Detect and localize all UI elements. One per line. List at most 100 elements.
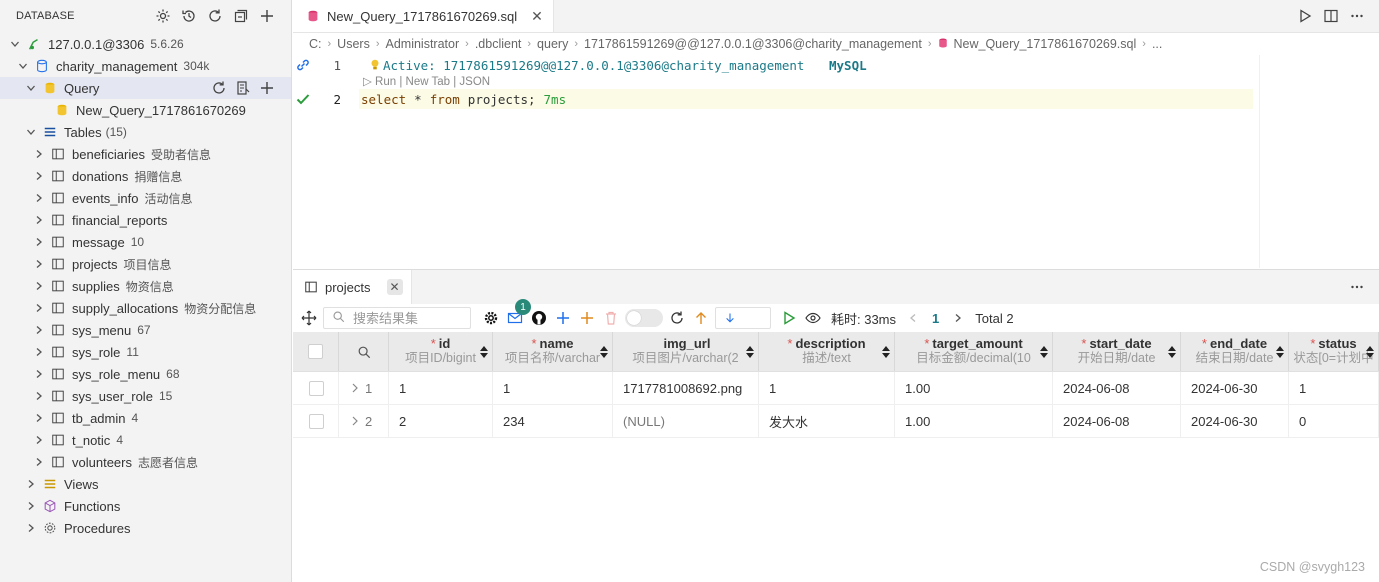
execute-icon[interactable] (779, 308, 799, 328)
chevron-right-icon[interactable] (953, 311, 963, 326)
code-line-1[interactable]: 1 Active: 1717861591269@@127.0.0.1@3306@… (293, 55, 1253, 75)
sort-icon[interactable] (1366, 345, 1374, 359)
breadcrumb-item[interactable]: query (537, 37, 568, 51)
row-search-cell[interactable] (339, 332, 389, 371)
chevron-right-icon[interactable] (32, 433, 46, 447)
breadcrumb-item[interactable]: 1717861591269@@127.0.0.1@3306@charity_ma… (584, 37, 922, 51)
table-cell[interactable]: 2024-06-08 (1053, 405, 1181, 437)
chevron-right-icon[interactable] (32, 389, 46, 403)
run-icon[interactable] (1295, 6, 1315, 26)
tree-table-item[interactable]: volunteers 志愿者信息 (0, 451, 291, 473)
row-select-cell[interactable] (293, 372, 339, 404)
table-row[interactable]: 2 2 234 (NULL) 发大水 1.00 2024-06-08 2024-06-30 0 (293, 405, 1379, 438)
move-icon[interactable] (299, 308, 319, 328)
arrow-up-icon[interactable] (691, 308, 711, 328)
code-line-2[interactable]: 2 select * from projects; 7ms (293, 89, 1253, 109)
row-number-cell[interactable]: 1 (339, 372, 389, 404)
tree-connection[interactable]: 127.0.0.1@3306 5.6.26 (0, 33, 291, 55)
sort-icon[interactable] (746, 345, 754, 359)
mail-icon[interactable]: 1 (505, 299, 531, 328)
collapse-all-icon[interactable] (231, 6, 251, 26)
tree-table-item[interactable]: supplies 物资信息 (0, 275, 291, 297)
column-header[interactable]: * start_date 开始日期/date (1053, 332, 1181, 371)
tree-query-file[interactable]: New_Query_1717861670269 (0, 99, 291, 121)
column-header[interactable]: img_url 项目图片/varchar(2 (613, 332, 759, 371)
chevron-right-icon[interactable] (32, 279, 46, 293)
tree-table-item[interactable]: events_info 活动信息 (0, 187, 291, 209)
refresh-icon[interactable] (667, 308, 687, 328)
chevron-left-icon[interactable] (908, 311, 918, 326)
row-checkbox[interactable] (309, 380, 324, 396)
tree-procedures[interactable]: Procedures (0, 517, 291, 539)
chevron-right-icon[interactable] (32, 367, 46, 381)
sort-icon[interactable] (600, 345, 608, 359)
table-cell[interactable]: 2024-06-08 (1053, 372, 1181, 404)
chevron-right-icon[interactable] (32, 257, 46, 271)
sort-icon[interactable] (882, 345, 890, 359)
sort-icon[interactable] (1040, 345, 1048, 359)
refresh-icon[interactable] (205, 6, 225, 26)
row-checkbox[interactable] (309, 413, 324, 429)
close-icon[interactable]: ✕ (531, 8, 543, 25)
chevron-right-icon[interactable] (32, 235, 46, 249)
breadcrumb-item[interactable]: C: (309, 37, 322, 51)
sort-icon[interactable] (1276, 345, 1284, 359)
delete-icon[interactable] (601, 308, 621, 328)
column-header[interactable]: * target_amount 目标金额/decimal(10 (895, 332, 1053, 371)
table-cell[interactable]: 1 (389, 372, 493, 404)
chevron-right-icon[interactable] (32, 213, 46, 227)
row-select-cell[interactable] (293, 405, 339, 437)
tree-table-item[interactable]: beneficiaries 受助者信息 (0, 143, 291, 165)
close-icon[interactable]: ✕ (386, 279, 403, 295)
chevron-down-icon[interactable] (16, 59, 30, 73)
github-icon[interactable] (529, 308, 549, 328)
chevron-down-icon[interactable] (24, 125, 38, 139)
minimap[interactable] (1259, 55, 1379, 268)
eye-icon[interactable] (803, 308, 823, 328)
chevron-right-icon[interactable] (24, 521, 38, 535)
tree-database[interactable]: charity_management 304k (0, 55, 291, 77)
export-select[interactable] (715, 307, 771, 329)
chevron-right-icon[interactable] (32, 147, 46, 161)
chevron-right-icon[interactable] (32, 411, 46, 425)
table-cell[interactable]: 1 (1289, 372, 1379, 404)
chevron-right-icon[interactable] (351, 416, 359, 426)
breadcrumb-item[interactable]: New_Query_1717861670269.sql (953, 37, 1136, 51)
tree-views[interactable]: Views (0, 473, 291, 495)
tree-table-item[interactable]: tb_admin 4 (0, 407, 291, 429)
table-cell[interactable]: 1 (493, 372, 613, 404)
select-all-checkbox[interactable] (308, 344, 323, 359)
breadcrumb-item[interactable]: .dbclient (475, 37, 522, 51)
lightbulb-icon[interactable] (367, 57, 383, 73)
tree-table-item[interactable]: financial_reports (0, 209, 291, 231)
tree-table-item[interactable]: message 10 (0, 231, 291, 253)
tree-table-item[interactable]: supply_allocations 物资分配信息 (0, 297, 291, 319)
chevron-right-icon[interactable] (24, 499, 38, 513)
chevron-right-icon[interactable] (32, 345, 46, 359)
column-header[interactable]: * end_date 结束日期/date (1181, 332, 1289, 371)
history-icon[interactable] (179, 6, 199, 26)
insert-icon[interactable] (577, 308, 597, 328)
column-header[interactable]: * status 状态[0=计划中 (1289, 332, 1379, 371)
breadcrumb-item[interactable]: Users (337, 37, 370, 51)
table-cell[interactable]: 2024-06-30 (1181, 405, 1289, 437)
row-number-cell[interactable]: 2 (339, 405, 389, 437)
chevron-right-icon[interactable] (24, 477, 38, 491)
column-header[interactable]: * description 描述/text (759, 332, 895, 371)
add-row-icon[interactable] (553, 308, 573, 328)
column-header[interactable]: * id 项目ID/bigint (389, 332, 493, 371)
add-connection-icon[interactable] (257, 6, 277, 26)
more-actions-icon[interactable] (1347, 6, 1367, 26)
table-cell[interactable]: (NULL) (613, 405, 759, 437)
table-cell[interactable]: 2 (389, 405, 493, 437)
table-cell[interactable]: 1.00 (895, 405, 1053, 437)
table-cell[interactable]: 2024-06-30 (1181, 372, 1289, 404)
breadcrumb-item[interactable]: Administrator (386, 37, 460, 51)
tree-table-item[interactable]: sys_user_role 15 (0, 385, 291, 407)
refresh-icon[interactable] (209, 78, 229, 98)
chevron-right-icon[interactable] (32, 301, 46, 315)
tree-functions[interactable]: Functions (0, 495, 291, 517)
search-input[interactable] (353, 310, 463, 326)
chevron-right-icon[interactable] (32, 323, 46, 337)
result-search[interactable] (323, 307, 471, 329)
